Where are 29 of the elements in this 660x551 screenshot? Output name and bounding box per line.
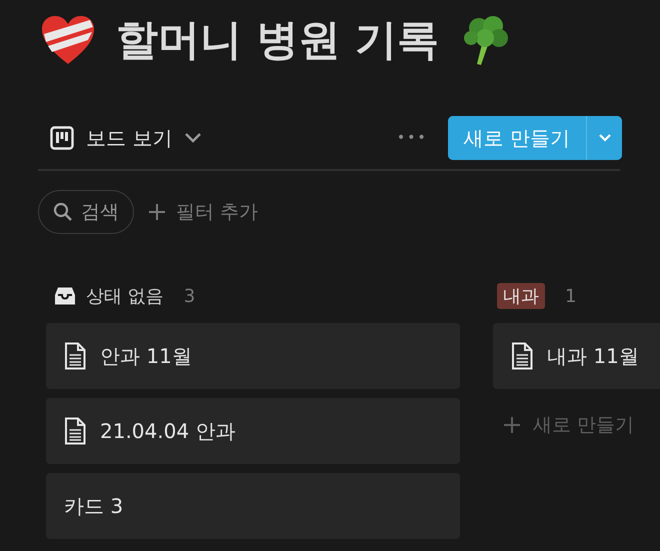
card-title: 카드 3	[64, 492, 124, 520]
card[interactable]: 21.04.04 안과	[46, 398, 460, 464]
chevron-down-icon	[184, 132, 202, 144]
inbox-icon	[54, 286, 76, 306]
add-filter-button[interactable]: 필터 추가	[148, 199, 258, 225]
board-icon	[50, 126, 74, 150]
card-title: 내과 11월	[547, 342, 639, 370]
search-button[interactable]: 검색	[38, 190, 134, 234]
plus-icon	[503, 416, 521, 434]
card-title: 21.04.04 안과	[100, 418, 236, 444]
heart-icon	[40, 14, 96, 66]
card[interactable]: 내과 11월	[493, 323, 660, 389]
document-icon	[64, 417, 86, 445]
card[interactable]: 안과 11월	[46, 323, 460, 389]
card-title: 안과 11월	[100, 342, 192, 370]
group-tag: 내과	[497, 283, 545, 309]
group-count: 3	[184, 286, 196, 306]
dropdown-button[interactable]	[586, 116, 622, 160]
plus-icon	[148, 203, 166, 221]
card[interactable]: 카드 3	[46, 473, 460, 539]
document-icon	[511, 342, 533, 370]
more-button[interactable]: •••	[396, 130, 428, 146]
search-icon	[53, 202, 73, 222]
group-count: 1	[565, 286, 576, 306]
view-switch[interactable]: 보드 보기	[40, 124, 202, 152]
chevron-down-icon	[598, 133, 612, 143]
group-label: 상태 없음	[86, 285, 164, 308]
page-title: 할머니 병원 기록	[116, 14, 440, 66]
document-icon	[64, 342, 86, 370]
